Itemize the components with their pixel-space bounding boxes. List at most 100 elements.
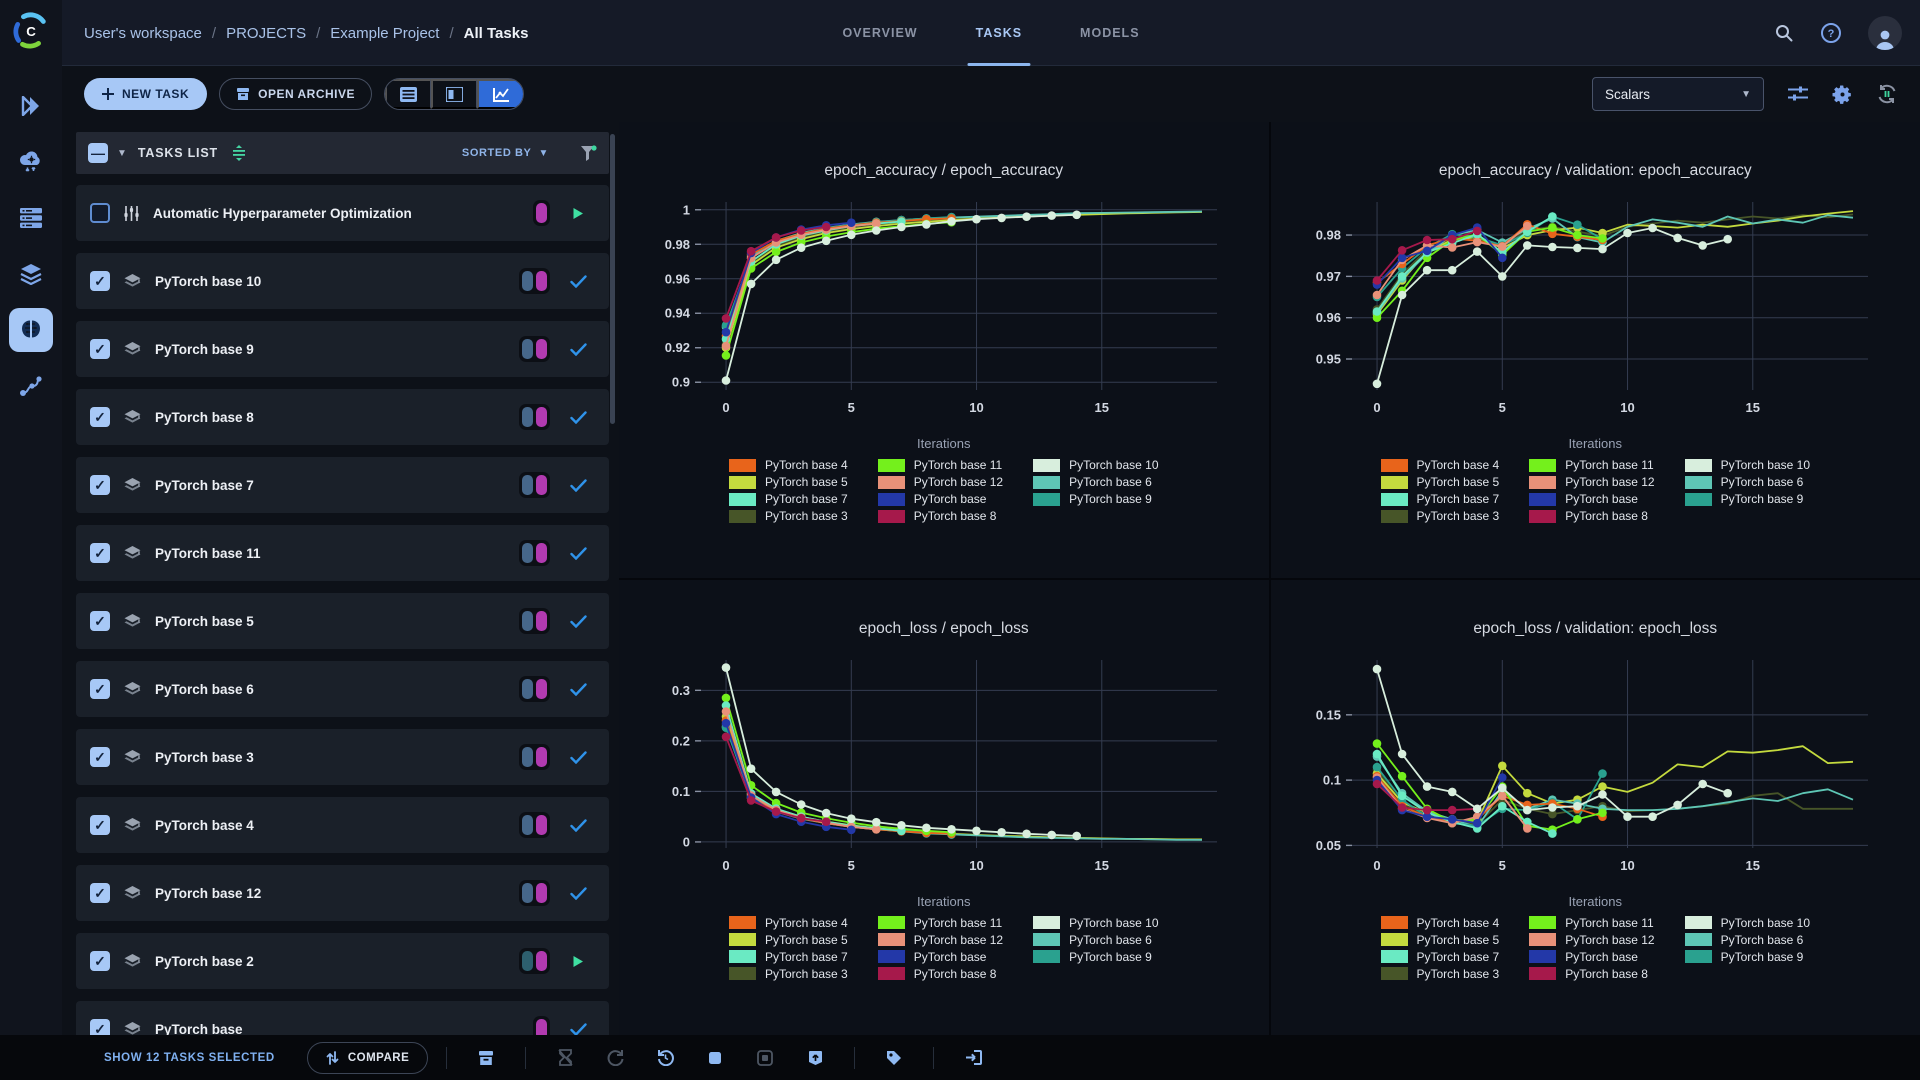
task-row[interactable]: ✓ PyTorch base 10 — [76, 253, 609, 309]
tags-button[interactable] — [869, 1050, 919, 1066]
auto-refresh-icon[interactable] — [1876, 83, 1898, 105]
plot-area[interactable]: 0 5 10 15 0.95 0.96 0.97 0.98 — [1271, 194, 1920, 434]
user-avatar[interactable] — [1868, 16, 1902, 50]
sidebar-item-getting-started[interactable] — [9, 84, 53, 128]
task-checkbox[interactable]: ✓ — [90, 815, 110, 835]
task-checkbox[interactable]: ✓ — [90, 271, 110, 291]
clearml-logo[interactable]: C — [12, 12, 50, 50]
legend-item[interactable]: PyTorch base 3 — [729, 509, 848, 523]
plot-area[interactable]: 0 5 10 15 0 0.1 0.2 0.3 — [619, 652, 1269, 892]
table-view-button[interactable] — [385, 79, 432, 109]
task-checkbox[interactable]: ✓ — [90, 951, 110, 971]
task-row[interactable]: ✓ PyTorch base 7 — [76, 457, 609, 513]
task-row[interactable]: ✓ PyTorch base 4 — [76, 797, 609, 853]
breadcrumb-item[interactable]: User's workspace — [84, 25, 202, 42]
compare-button[interactable]: COMPARE — [306, 1041, 429, 1074]
tab-tasks[interactable]: TASKS — [967, 0, 1031, 66]
tune-settings-icon[interactable] — [1788, 85, 1808, 103]
legend-item[interactable]: PyTorch base 6 — [1033, 475, 1158, 489]
new-task-button[interactable]: NEW TASK — [84, 78, 208, 110]
open-archive-button[interactable]: OPEN ARCHIVE — [219, 78, 373, 110]
task-row[interactable]: ✓ PyTorch base 12 — [76, 865, 609, 921]
legend-item[interactable]: PyTorch base 8 — [1529, 509, 1654, 523]
legend-item[interactable]: PyTorch base 3 — [1380, 509, 1499, 523]
legend-item[interactable]: PyTorch base 9 — [1033, 950, 1158, 964]
abort-all-button[interactable] — [740, 1049, 790, 1066]
enqueue-button[interactable] — [540, 1049, 590, 1066]
legend-item[interactable]: PyTorch base 5 — [729, 475, 848, 489]
legend-item[interactable]: PyTorch base 10 — [1033, 916, 1159, 930]
legend-item[interactable]: PyTorch base 7 — [729, 950, 848, 964]
task-row[interactable]: ✓ PyTorch base — [76, 1001, 609, 1035]
legend-item[interactable]: PyTorch base 11 — [1529, 916, 1654, 930]
move-to-project-button[interactable] — [948, 1050, 998, 1065]
search-icon[interactable] — [1774, 23, 1794, 43]
tab-overview[interactable]: OVERVIEW — [842, 0, 917, 66]
help-icon[interactable]: ? — [1820, 22, 1842, 44]
legend-item[interactable]: PyTorch base 5 — [1380, 475, 1499, 489]
archive-button[interactable] — [461, 1050, 511, 1066]
legend-item[interactable]: PyTorch base 3 — [1380, 967, 1499, 981]
legend-item[interactable]: PyTorch base 9 — [1684, 950, 1810, 964]
legend-item[interactable]: PyTorch base 12 — [1529, 475, 1655, 489]
select-all-chevron-icon[interactable]: ▼ — [117, 148, 127, 159]
legend-item[interactable]: PyTorch base 9 — [1033, 492, 1158, 506]
task-row[interactable]: ✓ PyTorch base 3 — [76, 729, 609, 785]
legend-item[interactable]: PyTorch base 8 — [1529, 967, 1654, 981]
sidebar-item-queues-servers[interactable] — [9, 196, 53, 240]
gear-icon[interactable] — [1832, 84, 1852, 104]
legend-item[interactable]: PyTorch base 6 — [1684, 933, 1810, 947]
task-checkbox[interactable]: ✓ — [90, 475, 110, 495]
sidebar-item-projects-brain[interactable] — [9, 308, 53, 352]
legend-item[interactable]: PyTorch base 12 — [1529, 933, 1655, 947]
sidebar-item-cloud-workers[interactable] — [9, 140, 53, 184]
stop-button[interactable] — [690, 1051, 740, 1065]
task-checkbox[interactable]: ✓ — [90, 747, 110, 767]
plot-area[interactable]: 0 5 10 15 0.05 0.1 0.15 — [1271, 652, 1920, 892]
plot-area[interactable]: 0 5 10 15 0.9 0.92 0.94 0.96 0.98 1 — [619, 194, 1269, 434]
legend-item[interactable]: PyTorch base 4 — [1380, 458, 1499, 472]
legend-item[interactable]: PyTorch base 10 — [1684, 916, 1810, 930]
filter-icon[interactable] — [580, 144, 597, 162]
sorted-by-control[interactable]: SORTED BY ▼ — [462, 147, 549, 159]
legend-item[interactable]: PyTorch base 12 — [877, 933, 1003, 947]
scrollbar-thumb[interactable] — [610, 134, 615, 424]
split-view-button[interactable] — [431, 79, 478, 109]
legend-item[interactable]: PyTorch base 7 — [1380, 492, 1499, 506]
legend-item[interactable]: PyTorch base 7 — [729, 492, 848, 506]
task-row[interactable]: ✓ PyTorch base 2 — [76, 933, 609, 989]
show-selected-button[interactable]: SHOW 12 TASKS SELECTED — [104, 1052, 275, 1064]
legend-item[interactable]: PyTorch base — [877, 492, 1003, 506]
select-all-checkbox[interactable]: — — [88, 143, 108, 163]
sidebar-item-datasets[interactable] — [9, 252, 53, 296]
legend-item[interactable]: PyTorch base 6 — [1033, 933, 1158, 947]
task-checkbox[interactable]: ✓ — [90, 883, 110, 903]
chart-view-button[interactable] — [477, 79, 524, 109]
task-row[interactable]: ✓ PyTorch base 8 — [76, 389, 609, 445]
legend-item[interactable]: PyTorch base 10 — [1684, 458, 1810, 472]
breadcrumb-item[interactable]: PROJECTS — [226, 25, 306, 42]
breadcrumb-item[interactable]: Example Project — [330, 25, 439, 42]
task-checkbox[interactable]: ✓ — [90, 679, 110, 699]
legend-item[interactable]: PyTorch base 10 — [1033, 458, 1159, 472]
legend-item[interactable]: PyTorch base 12 — [877, 475, 1003, 489]
metric-type-select[interactable]: Scalars ▼ — [1592, 77, 1764, 111]
legend-item[interactable]: PyTorch base 5 — [729, 933, 848, 947]
sort-handle-icon[interactable] — [231, 145, 247, 161]
legend-item[interactable]: PyTorch base 7 — [1380, 950, 1499, 964]
legend-item[interactable]: PyTorch base 9 — [1684, 492, 1810, 506]
sidebar-item-pipelines[interactable] — [9, 364, 53, 408]
task-checkbox[interactable]: ✓ — [90, 407, 110, 427]
legend-item[interactable]: PyTorch base — [1529, 492, 1654, 506]
task-checkbox[interactable]: ✓ — [90, 611, 110, 631]
legend-item[interactable]: PyTorch base 4 — [729, 458, 848, 472]
legend-item[interactable]: PyTorch base 6 — [1684, 475, 1810, 489]
legend-item[interactable]: PyTorch base — [1529, 950, 1654, 964]
task-checkbox[interactable]: ✓ — [90, 543, 110, 563]
legend-item[interactable]: PyTorch base 4 — [1380, 916, 1499, 930]
legend-item[interactable]: PyTorch base 8 — [877, 509, 1003, 523]
legend-item[interactable]: PyTorch base — [877, 950, 1003, 964]
task-checkbox[interactable]: ✓ — [90, 339, 110, 359]
task-checkbox[interactable] — [90, 203, 110, 223]
task-row[interactable]: Automatic Hyperparameter Optimization — [76, 185, 609, 241]
